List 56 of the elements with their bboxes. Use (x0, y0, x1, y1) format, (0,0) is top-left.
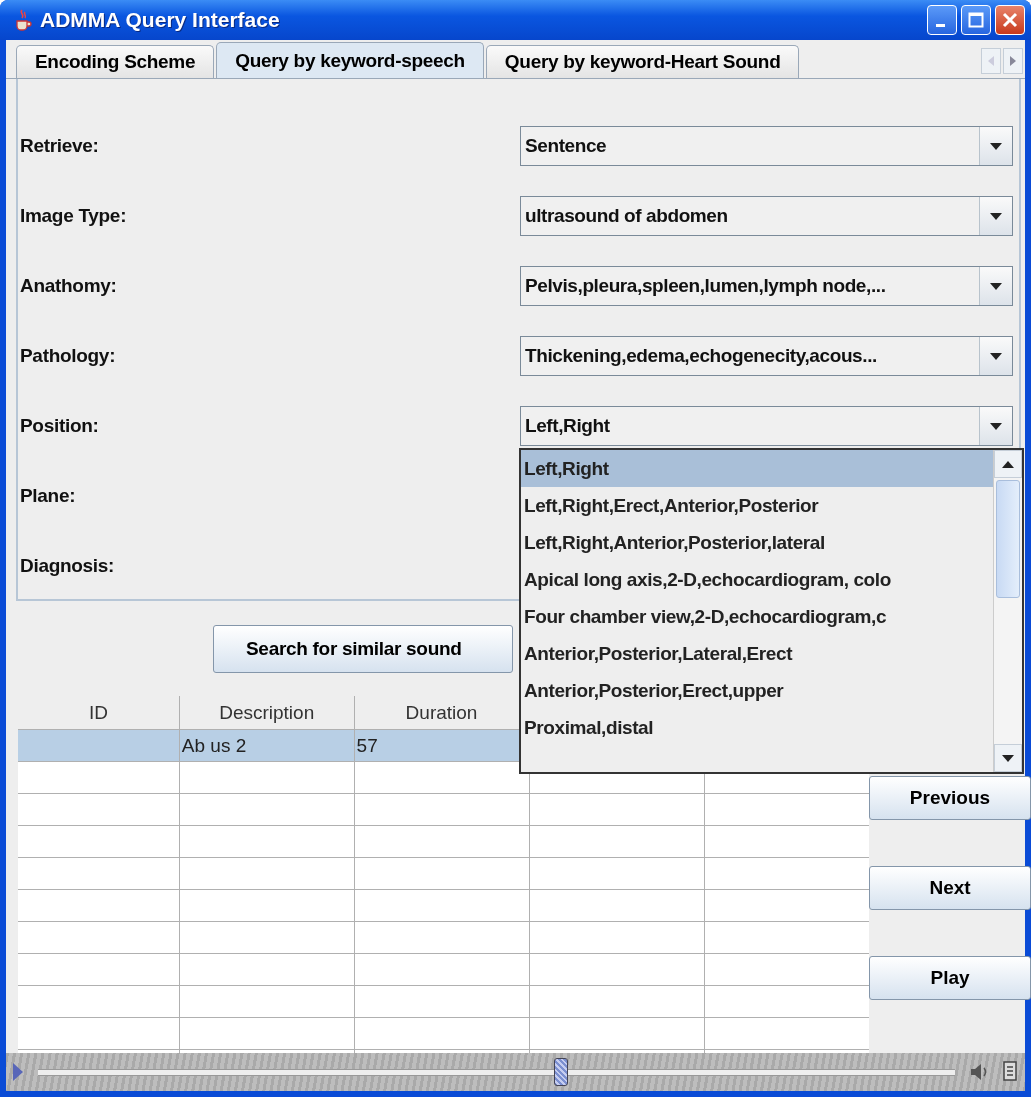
minimize-button[interactable] (927, 5, 957, 35)
dropdown-option[interactable]: Left,Right,Anterior,Posterior,lateral (521, 524, 993, 561)
tab[interactable]: Query by keyword-speech (216, 42, 484, 78)
menu-icon[interactable] (1003, 1061, 1019, 1083)
play-icon[interactable] (12, 1062, 24, 1082)
slider-thumb[interactable] (553, 1058, 568, 1086)
dropdown-option[interactable]: Anterior,Posterior,Lateral,Erect (521, 635, 993, 672)
caret-icon (989, 281, 1003, 291)
dropdown-option[interactable]: Apical long axis,2-D,echocardiogram, colo (521, 561, 993, 598)
dropdown[interactable]: Pelvis,pleura,spleen,lumen,lymph node,... (520, 266, 1013, 306)
scroll-up-button[interactable] (994, 450, 1022, 478)
maximize-button[interactable] (961, 5, 991, 35)
dropdown-option[interactable]: Left,Right (521, 450, 993, 487)
field-label: Retrieve: (20, 135, 99, 157)
column-header[interactable]: Description (219, 701, 315, 724)
field-label: Anathomy: (20, 275, 117, 297)
tab[interactable]: Encoding Scheme (16, 45, 215, 78)
caret-icon (989, 211, 1003, 221)
caret-icon (1001, 753, 1015, 763)
caret-icon (1001, 459, 1015, 469)
scrollbar-thumb[interactable] (996, 480, 1020, 598)
dropdown[interactable]: Left,Right (520, 406, 1013, 446)
field-label: Image Type: (20, 205, 127, 227)
side-button[interactable]: Play (869, 956, 1031, 1000)
dropdown-option[interactable]: Left,Right,Erect,Anterior,Posterior (521, 487, 993, 524)
table-cell: 57 (356, 734, 378, 757)
left-arrow-icon (988, 56, 994, 66)
column-header[interactable]: Duration (405, 701, 478, 724)
side-button[interactable]: Next (869, 866, 1031, 910)
scroll-down-button[interactable] (994, 744, 1022, 772)
dropdown[interactable]: Thickening,edema,echogenecity,acous... (520, 336, 1013, 376)
caret-icon (989, 421, 1003, 431)
minimize-icon (935, 23, 945, 27)
tab-scroll-button[interactable] (1003, 48, 1023, 74)
window-title: ADMMA Query Interface (40, 8, 281, 32)
field-label: Pathology: (20, 345, 116, 367)
table-cell: Ab us 2 (181, 734, 247, 757)
tab[interactable]: Query by keyword-Heart Sound (485, 45, 800, 78)
column-header[interactable]: ID (88, 701, 108, 724)
caret-icon (989, 351, 1003, 361)
dropdown[interactable]: ultrasound of abdomen (520, 196, 1013, 236)
maximize-icon (968, 12, 984, 28)
close-button[interactable] (995, 5, 1025, 35)
field-label: Plane: (20, 485, 76, 507)
cup-icon (14, 9, 32, 31)
field-label: Position: (20, 415, 99, 437)
right-arrow-icon (1010, 56, 1016, 66)
caret-icon (989, 141, 1003, 151)
side-button[interactable]: Previous (869, 776, 1031, 820)
speaker-icon[interactable] (969, 1062, 989, 1082)
dropdown-option[interactable]: Anterior,Posterior,Erect,upper (521, 672, 993, 709)
dropdown-option[interactable]: Four chamber view,2-D,echocardiogram,c (521, 598, 993, 635)
close-icon (1002, 12, 1018, 28)
search-button[interactable]: Search for similar sound (213, 624, 513, 673)
field-label: Diagnosis: (20, 555, 115, 577)
dropdown[interactable]: Sentence (520, 126, 1013, 166)
